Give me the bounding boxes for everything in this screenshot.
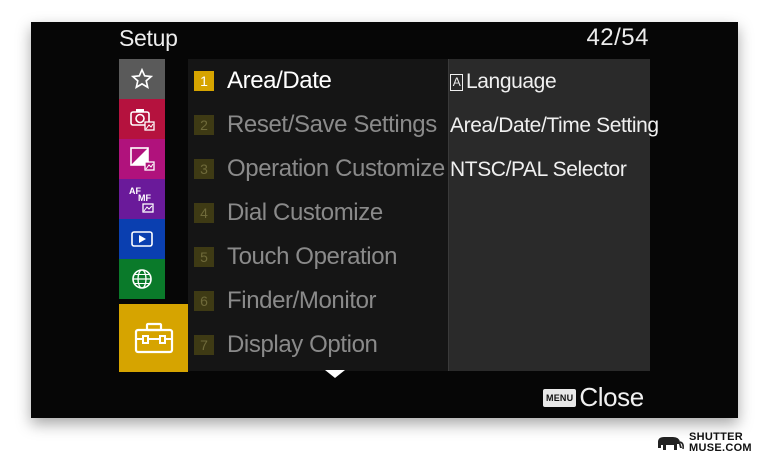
- menu-item-number: 4: [194, 203, 214, 223]
- elephant-logo-icon: [658, 437, 684, 450]
- camera-icon: [130, 109, 155, 131]
- menu-item-number: 5: [194, 247, 214, 267]
- tab-exposure-color[interactable]: [119, 139, 165, 179]
- af-mf-icon: AF MF: [129, 186, 154, 213]
- camera-screen: Setup 42/54 AF MF 1 Area/Date 2 Reset/Sa…: [31, 22, 738, 418]
- menu-item-label: Finder/Monitor: [227, 287, 377, 314]
- watermark-line2: MUSE.COM: [689, 442, 752, 454]
- menu-key-icon: MENU: [543, 388, 577, 407]
- menu-item-reset-save[interactable]: 2 Reset/Save Settings: [194, 107, 437, 143]
- watermark-logo: SHUTTER MUSE.COM: [655, 432, 752, 454]
- submenu-item-language[interactable]: A Language: [450, 65, 557, 99]
- page-title: Setup: [119, 25, 178, 51]
- menu-item-finder-monitor[interactable]: 6 Finder/Monitor: [194, 283, 377, 319]
- submenu-item-label: Language: [466, 70, 557, 93]
- watermark-text: SHUTTER MUSE.COM: [689, 432, 752, 454]
- exposure-icon: [130, 147, 155, 171]
- tab-focus[interactable]: AF MF: [119, 179, 165, 219]
- toolbox-icon: [134, 322, 173, 354]
- language-icon: A: [450, 73, 463, 91]
- menu-item-operation-customize[interactable]: 3 Operation Customize: [194, 151, 445, 187]
- menu-item-label: Operation Customize: [227, 155, 445, 182]
- submenu-panel: [448, 59, 650, 371]
- menu-item-area-date[interactable]: 1 Area/Date: [194, 63, 332, 99]
- menu-item-number: 2: [194, 115, 214, 135]
- close-label: Close: [579, 382, 644, 412]
- menu-item-label: Dial Customize: [227, 199, 383, 226]
- svg-text:MF: MF: [138, 193, 151, 203]
- menu-item-number: 7: [194, 335, 214, 355]
- tab-shooting[interactable]: [119, 99, 165, 139]
- submenu-item-label: Area/Date/Time Setting: [450, 114, 659, 137]
- page-indicator: 42/54: [586, 24, 649, 51]
- menu-item-touch-operation[interactable]: 5 Touch Operation: [194, 239, 398, 275]
- star-icon: [131, 68, 153, 89]
- menu-item-number: 1: [194, 71, 214, 91]
- menu-item-number: 6: [194, 291, 214, 311]
- submenu-item-label: NTSC/PAL Selector: [450, 158, 627, 181]
- tab-setup[interactable]: [119, 304, 188, 372]
- menu-item-label: Reset/Save Settings: [227, 111, 437, 138]
- menu-item-label: Area/Date: [227, 67, 332, 94]
- menu-item-number: 3: [194, 159, 214, 179]
- submenu-item-area-date-time[interactable]: Area/Date/Time Setting: [450, 109, 659, 143]
- menu-item-dial-customize[interactable]: 4 Dial Customize: [194, 195, 383, 231]
- play-icon: [131, 231, 153, 247]
- globe-icon: [132, 269, 152, 289]
- menu-item-label: Display Option: [227, 331, 378, 358]
- menu-item-label: Touch Operation: [227, 243, 398, 270]
- menu-item-display-option[interactable]: 7 Display Option: [194, 327, 378, 363]
- tab-my-menu[interactable]: [119, 59, 165, 99]
- tab-network[interactable]: [119, 259, 165, 299]
- close-button[interactable]: MENU Close: [543, 382, 644, 413]
- scroll-down-icon[interactable]: [325, 370, 345, 378]
- tab-playback[interactable]: [119, 219, 165, 259]
- submenu-item-ntsc-pal[interactable]: NTSC/PAL Selector: [450, 153, 627, 187]
